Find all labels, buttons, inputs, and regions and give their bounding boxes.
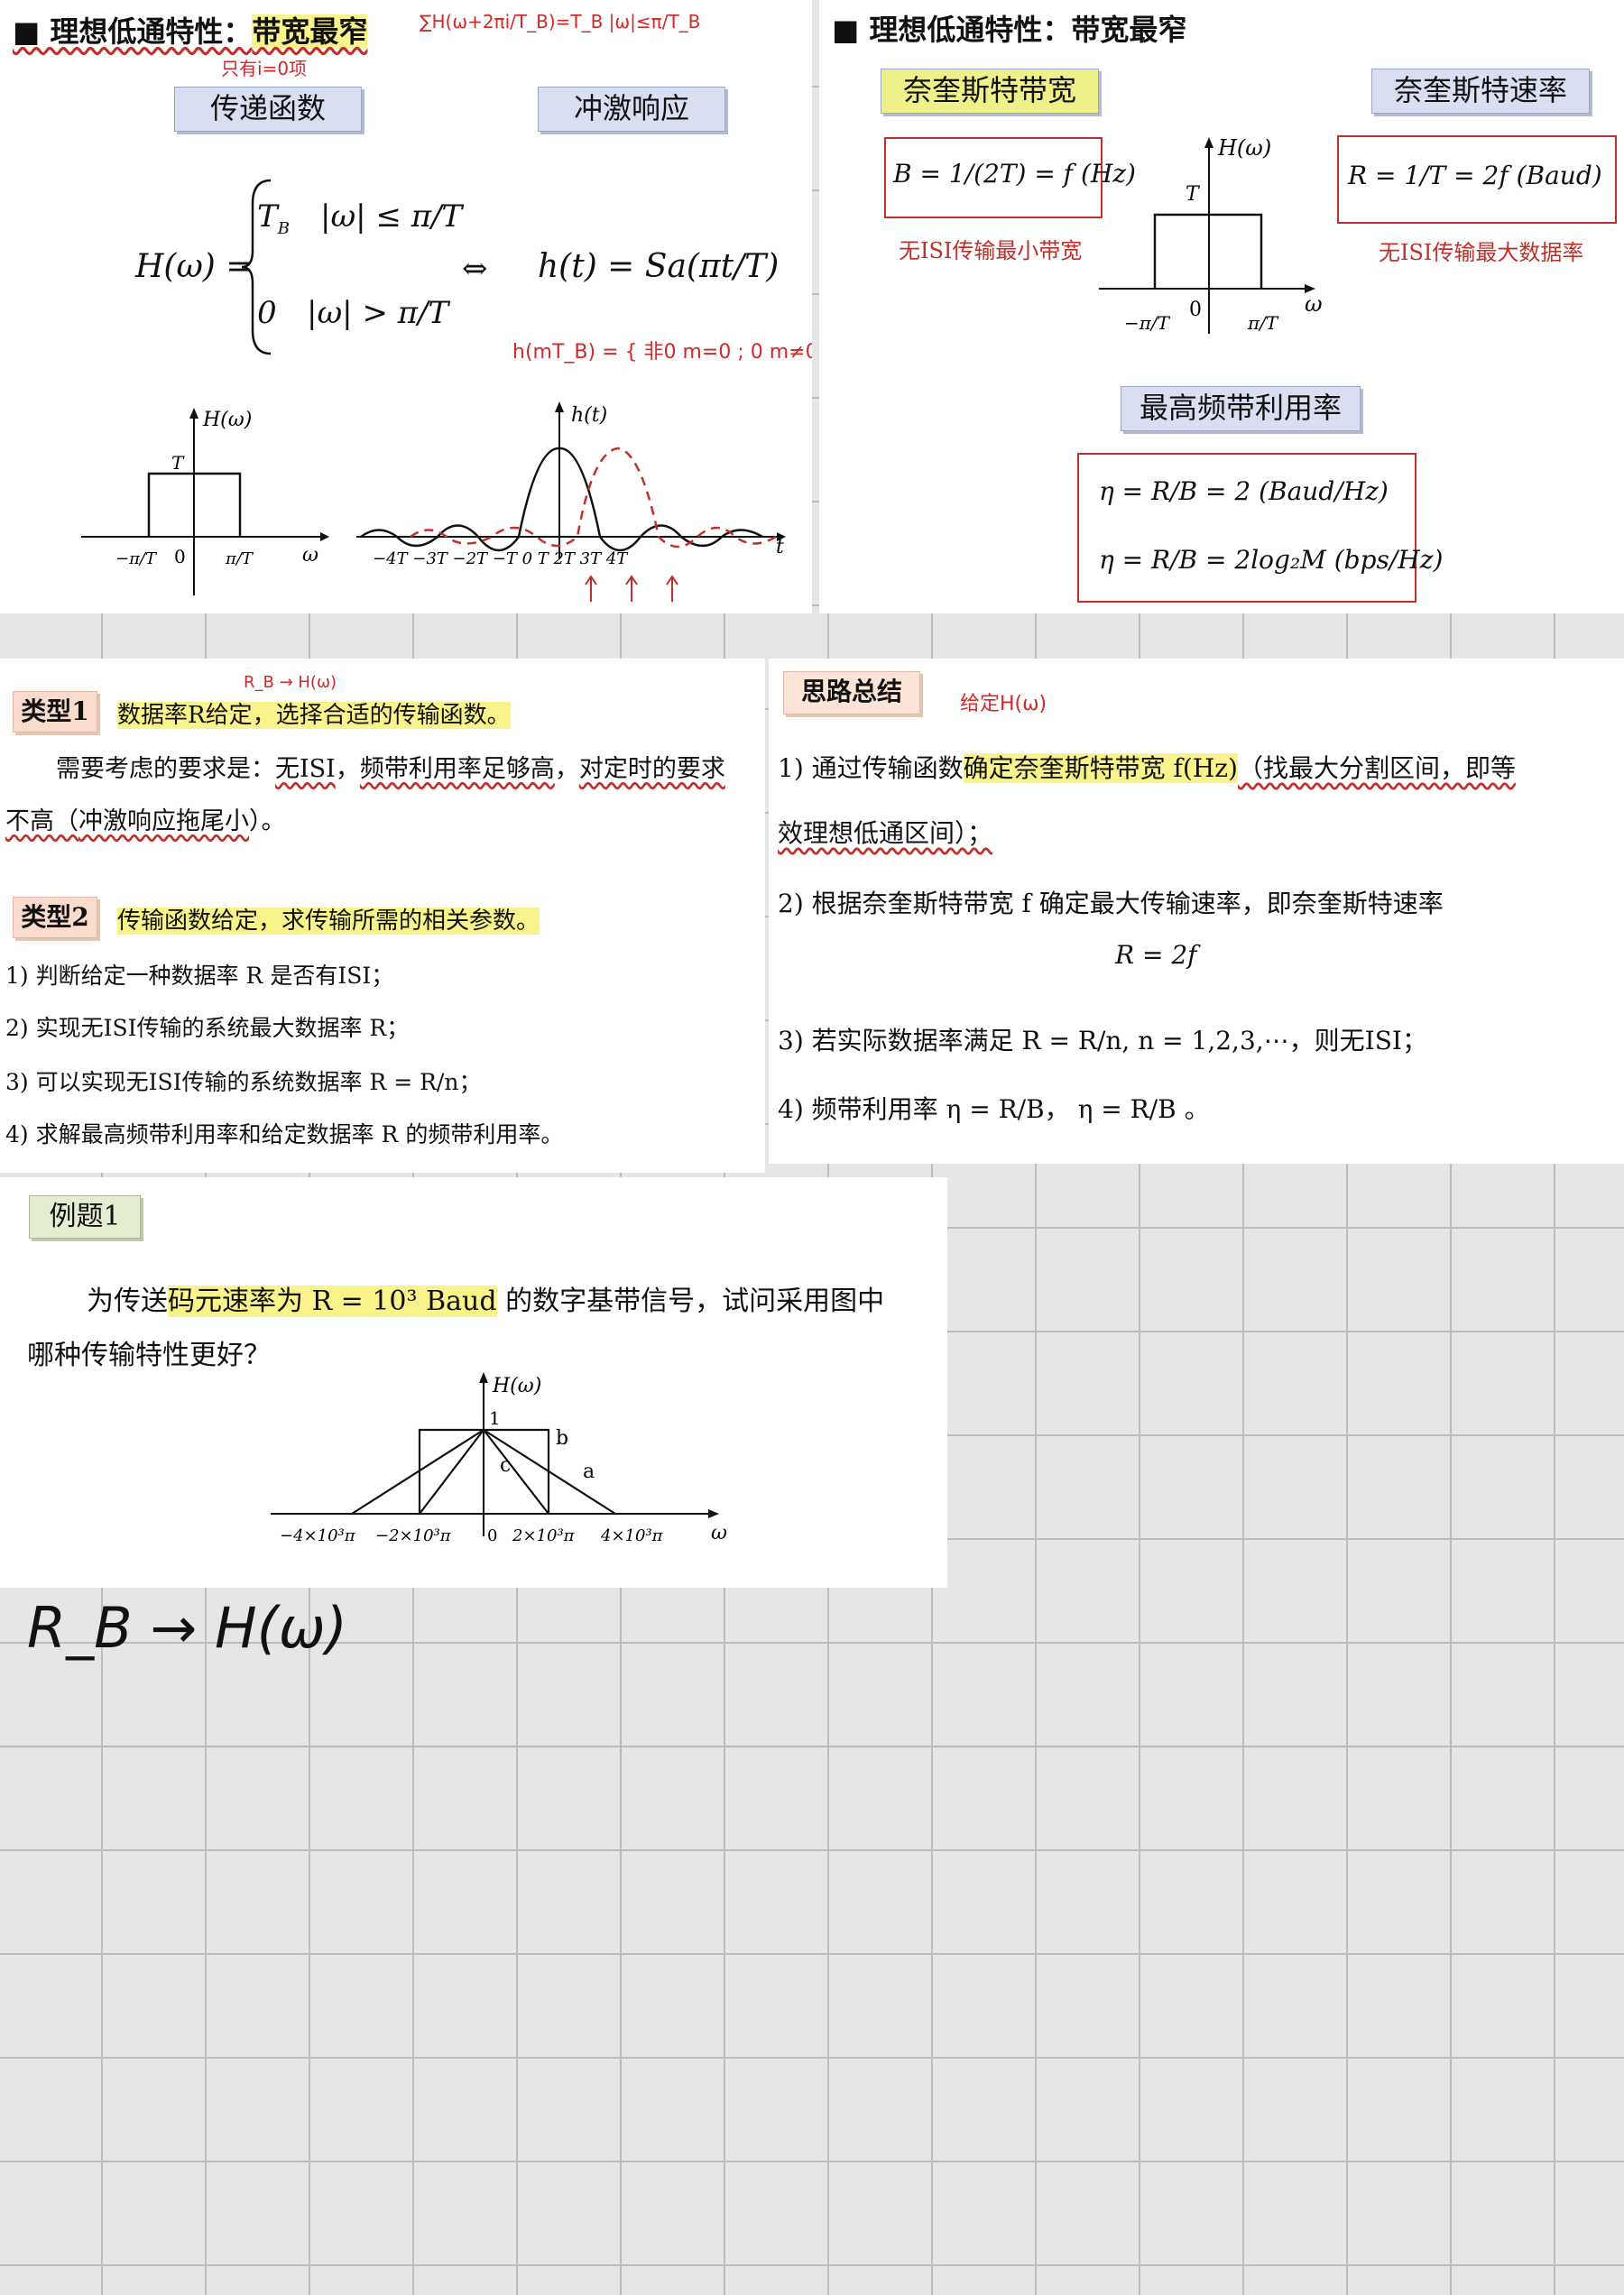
plot-level-label: T: [171, 452, 185, 474]
handwritten-note-h: h(mT_B) = { 非0 m=0 ; 0 m≠0: [512, 341, 812, 364]
sinc-impulse-plot: h(t) t −4T −3T −2T −T 0 T 2T 3T 4T: [356, 401, 786, 602]
type2-text: 传输函数给定，求传输所需的相关参数。: [117, 908, 540, 935]
handwritten-note-sum: ∑H(ω+2πi/T_B)=T_B |ω|≤π/T_B: [420, 11, 701, 32]
plot-pos-tick: π/T: [225, 549, 254, 568]
tick-neg4: −4×10³π: [280, 1526, 356, 1545]
svg-text:−π/T: −π/T: [1124, 312, 1171, 334]
handwritten-note-rb-h: R_B → H(ω): [27, 1595, 347, 1661]
equation-H: H(ω) =: [135, 248, 254, 285]
slide-summary: 思路总结 给定H(ω) 1) 通过传输函数确定奈奎斯特带宽 f(Hz)（找最大分…: [769, 659, 1624, 1164]
rate-formula-box: R = 1/T = 2f (Baud): [1337, 135, 1617, 224]
handwritten-note-rb: R_B → H(ω): [244, 673, 337, 692]
transfer-function-label: 传递函数: [174, 87, 362, 132]
label-b: b: [556, 1427, 568, 1450]
example-label: 例题1: [29, 1195, 141, 1239]
example-line2: 哪种传输特性更好？: [27, 1340, 271, 1371]
svg-text:0: 0: [1189, 299, 1202, 321]
plot-y-label: H(ω): [492, 1375, 541, 1397]
bandwidth-caption: 无ISI传输最小带宽: [899, 238, 1083, 263]
list-item-2: 2) 实现无ISI传输的系统最大数据率 R；: [5, 1015, 410, 1041]
label-c: c: [500, 1454, 511, 1477]
summary-label: 思路总结: [783, 671, 920, 714]
tick-pos2: 2×10³π: [512, 1526, 576, 1545]
plot-zero: 0: [174, 546, 186, 567]
plot-x-label: ω: [1305, 291, 1323, 317]
summary-step3: 3) 若实际数据率满足 R = R/n, n = 1,2,3,⋯，则无ISI；: [778, 1026, 1427, 1055]
list-item-1: 1) 判断给定一种数据率 R 是否有ISI；: [5, 963, 394, 989]
example-line1: 为传送码元速率为 R = 10³ Baud 的数字基带信号，试问采用图中: [87, 1286, 885, 1317]
transfer-characteristics-plot: H(ω) 1 a b c −4×10³π −2×10³π 0 2×10³π 4×…: [271, 1372, 727, 1545]
case2-condition: |ω| > π/T: [307, 295, 449, 331]
list-item-3: 3) 可以实现无ISI传输的系统数据率 R = R/n；: [5, 1069, 482, 1095]
handwritten-note-given: 给定H(ω): [960, 693, 1047, 715]
equivalence-symbol: ⇔: [462, 251, 488, 287]
tick-zero: 0: [487, 1526, 497, 1545]
summary-step1: 1) 通过传输函数确定奈奎斯特带宽 f(Hz)（找最大分割区间，即等: [778, 753, 1516, 783]
case1-condition: |ω| ≤ π/T: [320, 198, 463, 235]
case1-value: TB: [257, 198, 290, 238]
plot-x-label: ω: [302, 544, 318, 567]
tick-neg2: −2×10³π: [375, 1526, 452, 1545]
slide-example: 例题1 为传送码元速率为 R = 10³ Baud 的数字基带信号，试问采用图中…: [0, 1177, 947, 1588]
plot-one: 1: [489, 1407, 501, 1429]
plot-y-label: h(t): [571, 404, 607, 427]
nyquist-bandwidth-label: 奈奎斯特带宽: [881, 69, 1099, 114]
requirements-line2: 不高（冲激响应拖尾小）。: [5, 807, 286, 835]
plot-y-label: H(ω): [1217, 135, 1271, 161]
summary-step4: 4) 频带利用率 η = R/B， η = R/B 。: [778, 1094, 1210, 1124]
nyquist-lowpass-plot: H(ω) T ω 0 −π/T π/T: [1099, 135, 1323, 334]
plot-x-label: t: [776, 536, 784, 558]
impulse-response-label: 冲激响应: [538, 87, 725, 132]
label-a: a: [583, 1461, 595, 1483]
type1-label: 类型1: [13, 691, 97, 733]
plot-neg-tick: −π/T: [115, 549, 158, 568]
list-item-4: 4) 求解最高频带利用率和给定数据率 R 的频带利用率。: [5, 1121, 564, 1148]
handwritten-note-only: 只有i=0项: [221, 58, 308, 79]
rate-caption: 无ISI传输最大数据率: [1379, 240, 1584, 265]
case2-value: 0: [257, 295, 277, 331]
summary-step2-equation: R = 2f: [1115, 940, 1197, 970]
nyquist-rate-label: 奈奎斯特速率: [1371, 69, 1590, 114]
plot-x-label: ω: [711, 1522, 727, 1544]
plot-y-label: H(ω): [202, 409, 252, 431]
plot-ticks: −4T −3T −2T −T 0 T 2T 3T 4T: [373, 549, 629, 568]
slide-problem-types: 类型1 数据率R给定，选择合适的传输函数。 R_B → H(ω) 需要考虑的要求…: [0, 659, 765, 1173]
svg-text:π/T: π/T: [1247, 312, 1279, 334]
requirements-line1: 需要考虑的要求是：无ISI，频带利用率足够高，对定时的要求: [56, 755, 725, 783]
tick-pos4: 4×10³π: [600, 1526, 664, 1545]
slide-ideal-lowpass-left: ■ 理想低通特性：带宽最窄 ∑H(ω+2πi/T_B)=T_B |ω|≤π/T_…: [0, 0, 812, 613]
max-efficiency-label: 最高频带利用率: [1121, 386, 1361, 431]
summary-step2: 2) 根据奈奎斯特带宽 f 确定最大传输速率，即奈奎斯特速率: [778, 889, 1444, 918]
type1-text: 数据率R给定，选择合适的传输函数。: [117, 702, 511, 729]
plot-level-label: T: [1186, 183, 1201, 206]
equation-h: h(t) = Sa(πt/T): [538, 248, 780, 285]
type2-label: 类型2: [13, 897, 97, 938]
section-heading: ■ 理想低通特性：带宽最窄: [832, 13, 1187, 47]
ideal-lowpass-plot: H(ω) T ω 0 −π/T π/T: [81, 408, 329, 595]
summary-step1-cont: 效理想低通区间）；: [778, 818, 993, 848]
page-title: ■ 理想低通特性：带宽最窄: [13, 14, 368, 49]
slide-nyquist-right: ■ 理想低通特性：带宽最窄 奈奎斯特带宽 奈奎斯特速率 B = 1/(2T) =…: [819, 0, 1624, 613]
efficiency-formula-box: η = R/B = 2 (Baud/Hz) η = R/B = 2log₂M (…: [1077, 453, 1443, 603]
bandwidth-formula-box: B = 1/(2T) = f (Hz): [884, 137, 1136, 218]
